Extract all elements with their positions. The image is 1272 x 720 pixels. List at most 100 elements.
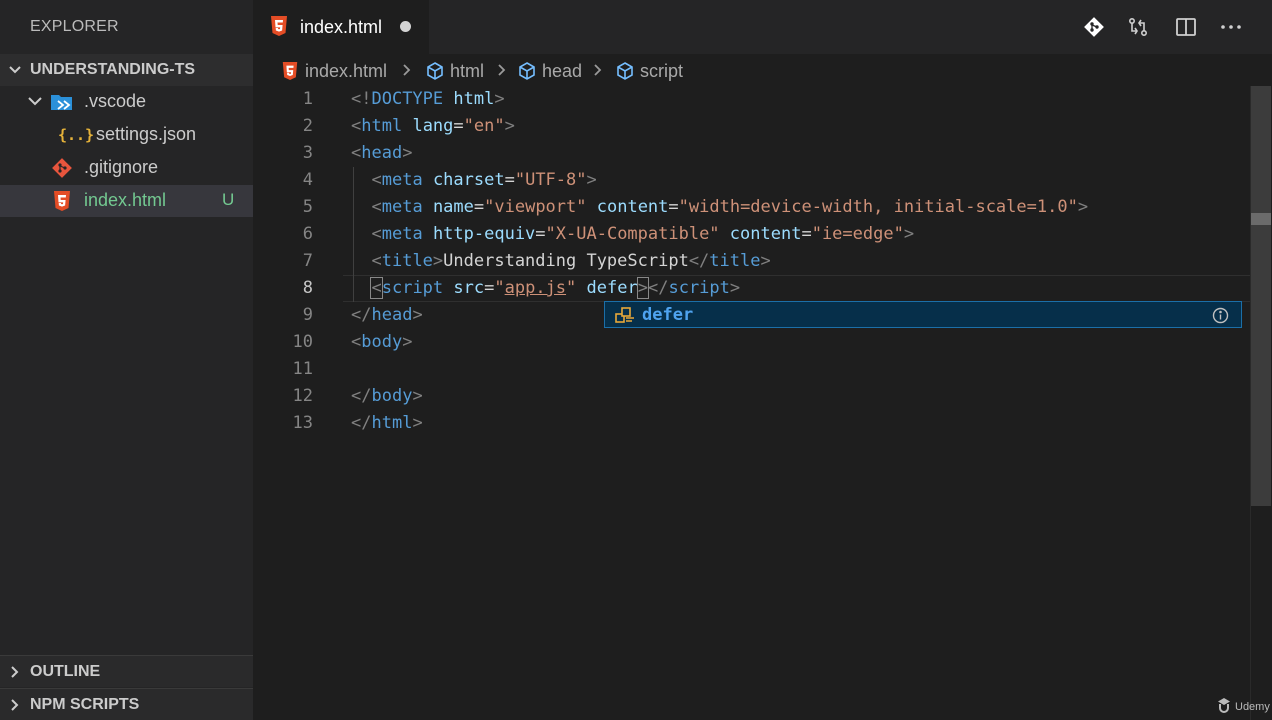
code-token: "X-UA-Compatible" bbox=[545, 224, 720, 244]
code-line[interactable]: <html lang="en"> bbox=[351, 113, 515, 140]
explorer-title: EXPLORER bbox=[30, 18, 119, 35]
code-token: meta bbox=[381, 170, 423, 190]
code-token: </ bbox=[351, 305, 372, 325]
tree-item-label: settings.json bbox=[96, 124, 197, 144]
npm-scripts-label: NPM SCRIPTS bbox=[30, 695, 140, 713]
explorer-sidebar: EXPLORER UNDERSTANDING-TS .vscode {..} s… bbox=[0, 0, 253, 720]
code-token: "viewport" bbox=[484, 197, 587, 217]
code-token: charset bbox=[432, 170, 505, 190]
code-token: content bbox=[729, 224, 802, 244]
breadcrumb: index.html html head script bbox=[253, 54, 1272, 86]
code-editor[interactable]: 1 2 3 4 5 6 7 8 9 10 11 12 13 <!DOCTYPE html> <html l… bbox=[253, 86, 1272, 720]
code-token: > bbox=[903, 224, 915, 244]
chevron-right-icon bbox=[592, 60, 604, 85]
code-line[interactable]: <title>Understanding TypeScript</title> bbox=[351, 248, 771, 275]
code-token: lang bbox=[412, 116, 454, 136]
chevron-right-icon bbox=[0, 665, 30, 679]
breadcrumb-item-head[interactable]: head bbox=[516, 60, 582, 82]
code-token: = bbox=[473, 197, 485, 217]
code-token: " bbox=[566, 278, 577, 298]
html5-icon bbox=[50, 189, 74, 213]
chevron-right-icon bbox=[496, 60, 508, 85]
code-token: "en" bbox=[463, 116, 505, 136]
code-token: name bbox=[432, 197, 474, 217]
code-token: html bbox=[361, 116, 403, 136]
outline-section-header[interactable]: OUTLINE bbox=[0, 655, 253, 687]
code-token: html bbox=[371, 413, 413, 433]
code-token: = bbox=[453, 116, 464, 136]
more-actions-icon[interactable] bbox=[1217, 13, 1245, 41]
npm-scripts-section-header[interactable]: NPM SCRIPTS bbox=[0, 688, 253, 720]
tree-item-gitignore[interactable]: .gitignore bbox=[0, 152, 253, 184]
tree-item-label: index.html bbox=[84, 190, 167, 210]
code-line[interactable]: <!DOCTYPE html> bbox=[351, 86, 505, 113]
chevron-right-icon bbox=[0, 698, 30, 712]
code-line[interactable]: <script src="app.js" defer></script> bbox=[351, 275, 740, 302]
code-line[interactable]: <head> bbox=[351, 140, 412, 167]
line-number: 8 bbox=[302, 278, 313, 298]
cube-icon bbox=[516, 60, 538, 82]
breadcrumb-item-html[interactable]: html bbox=[424, 60, 484, 82]
code-line[interactable]: </head> bbox=[351, 302, 423, 329]
code-token: > bbox=[504, 116, 515, 136]
code-token: app.js bbox=[504, 278, 567, 298]
code-token: body bbox=[371, 386, 413, 406]
split-editor-icon[interactable] bbox=[1172, 13, 1200, 41]
scrollbar-thumb[interactable] bbox=[1251, 86, 1271, 506]
breadcrumb-label: html bbox=[450, 60, 485, 81]
code-token: content bbox=[596, 197, 669, 217]
code-token: > bbox=[412, 305, 423, 325]
code-token: meta bbox=[381, 224, 423, 244]
code-token: "width=device-width, initial-scale=1.0" bbox=[678, 197, 1078, 217]
editor-tab-bar: index.html bbox=[253, 0, 1272, 54]
tree-item-vscode-folder[interactable]: .vscode bbox=[0, 86, 253, 118]
line-number: 7 bbox=[302, 251, 313, 271]
code-line[interactable]: <meta name="viewport" content="width=dev… bbox=[351, 194, 1088, 221]
code-token: > bbox=[402, 332, 413, 352]
code-token: > bbox=[412, 386, 423, 406]
property-icon bbox=[614, 305, 636, 330]
code-token: script bbox=[381, 278, 444, 298]
tree-item-index-html[interactable]: index.html U bbox=[0, 185, 253, 217]
code-line[interactable]: <meta http-equiv="X-UA-Compatible" conte… bbox=[351, 221, 914, 248]
line-number: 9 bbox=[302, 305, 313, 325]
code-token: body bbox=[361, 332, 403, 352]
code-line[interactable]: </body> bbox=[351, 383, 423, 410]
code-line[interactable]: </html> bbox=[351, 410, 423, 437]
breadcrumb-item-file[interactable]: index.html bbox=[279, 60, 387, 82]
tree-item-label: .gitignore bbox=[84, 157, 159, 177]
unsaved-dot-icon[interactable] bbox=[400, 21, 411, 32]
code-line[interactable]: <meta charset="UTF-8"> bbox=[351, 167, 597, 194]
code-token: meta bbox=[381, 197, 423, 217]
tree-item-settings-json[interactable]: {..} settings.json bbox=[0, 119, 253, 151]
tab-index-html[interactable]: index.html bbox=[253, 0, 429, 54]
code-token: = bbox=[535, 224, 546, 244]
info-icon[interactable] bbox=[1212, 307, 1229, 329]
tree-item-label: .vscode bbox=[84, 91, 147, 111]
autocomplete-suggestion[interactable]: defer bbox=[604, 301, 1242, 328]
code-token: < bbox=[371, 224, 382, 244]
project-folder-header[interactable]: UNDERSTANDING-TS bbox=[0, 54, 253, 86]
code-token: </ bbox=[351, 386, 372, 406]
code-token: < bbox=[351, 332, 362, 352]
code-token: > bbox=[760, 251, 771, 271]
code-line[interactable]: <body> bbox=[351, 329, 412, 356]
breadcrumb-item-script[interactable]: script bbox=[614, 60, 683, 82]
breadcrumb-label: index.html bbox=[305, 60, 388, 81]
code-token: Understanding TypeScript bbox=[443, 251, 689, 271]
code-token: < bbox=[371, 197, 382, 217]
compare-changes-icon[interactable] bbox=[1124, 13, 1152, 41]
code-token: > bbox=[636, 277, 650, 299]
line-number: 2 bbox=[302, 116, 313, 136]
git-icon[interactable] bbox=[1080, 13, 1108, 41]
code-token: > bbox=[729, 278, 741, 298]
code-token: > bbox=[586, 170, 597, 190]
